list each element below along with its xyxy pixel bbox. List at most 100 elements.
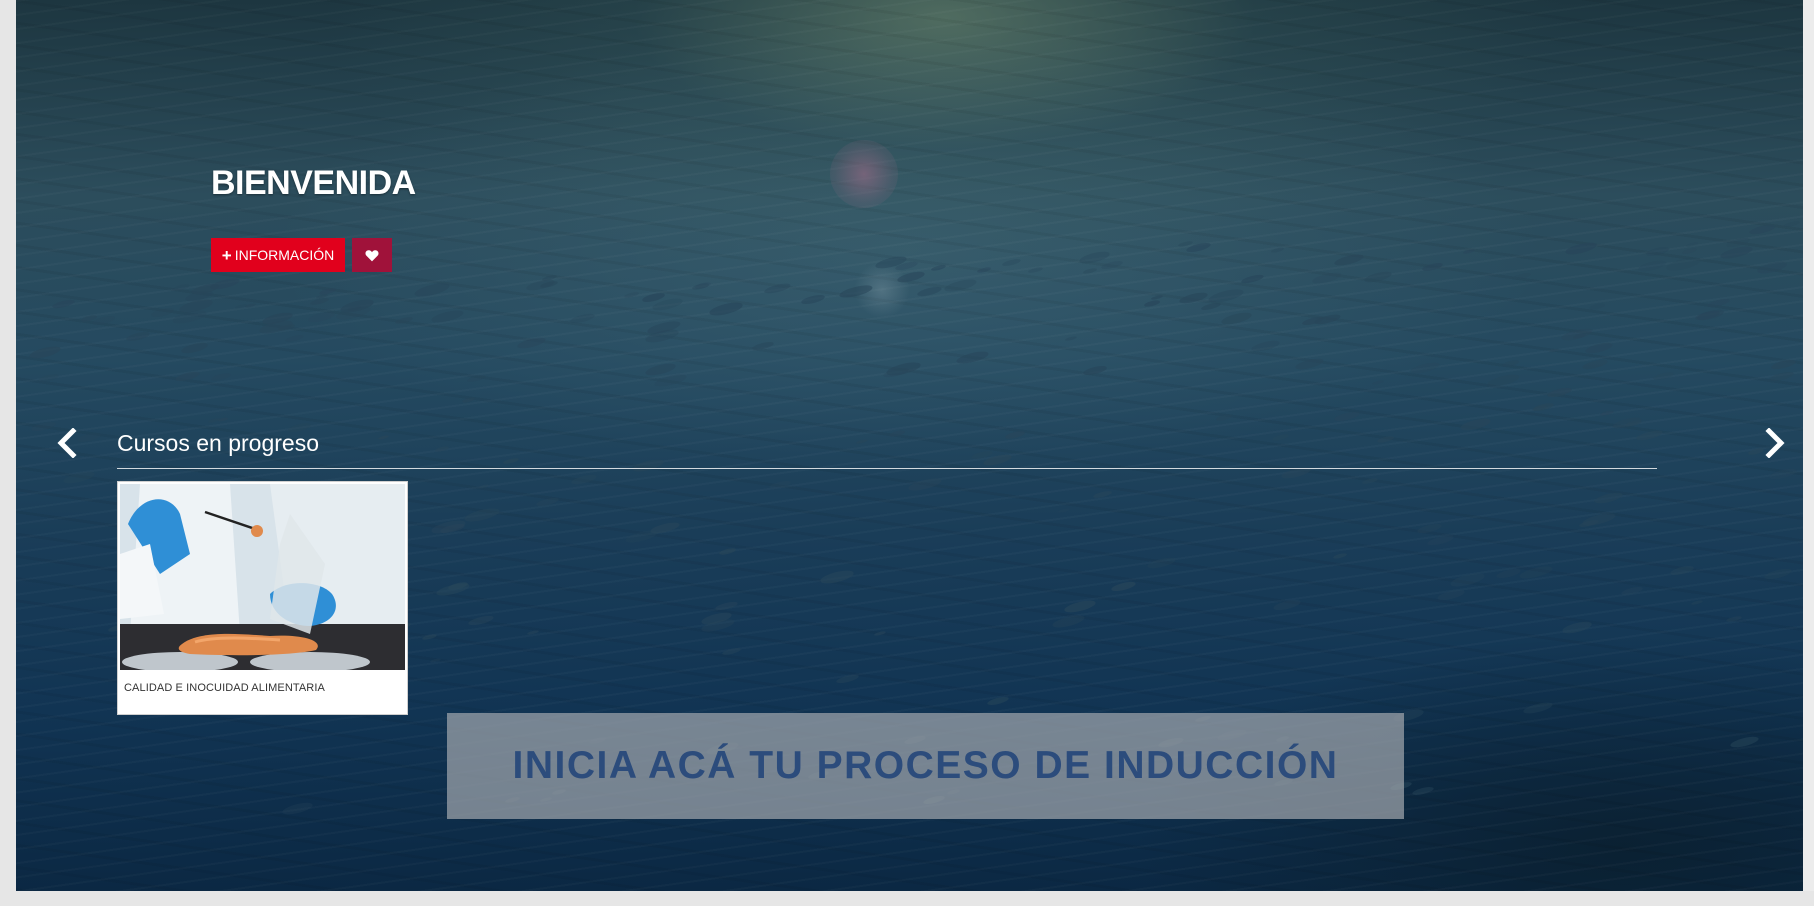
fish-decoration xyxy=(714,600,739,613)
fish-decoration xyxy=(1593,490,1624,506)
fish-decoration xyxy=(1063,598,1096,615)
fish-decoration xyxy=(855,438,869,445)
fish-decoration xyxy=(261,309,294,326)
fish-decoration xyxy=(430,657,442,664)
page-title: BIENVENIDA xyxy=(211,164,416,202)
fish-decoration xyxy=(1611,415,1643,431)
fish-decoration xyxy=(1669,563,1695,577)
induction-banner[interactable]: INICIA ACÁ TU PROCESO DE INDUCCIÓN xyxy=(447,713,1404,819)
fish-decoration xyxy=(1411,785,1435,797)
fish-decoration xyxy=(315,293,329,300)
information-button[interactable]: + INFORMACIÓN xyxy=(211,238,345,272)
fish-decoration xyxy=(1768,467,1798,482)
fish-decoration xyxy=(209,276,241,293)
fish-decoration xyxy=(190,281,222,297)
fish-decoration xyxy=(1200,301,1222,312)
fish-decoration xyxy=(895,260,919,273)
fish-decoration xyxy=(1333,252,1365,269)
course-card[interactable]: CALIDAD E INOCUIDAD ALIMENTARIA xyxy=(117,481,408,715)
fish-decoration xyxy=(819,568,856,586)
fish-decoration xyxy=(448,580,470,592)
fish-decoration xyxy=(874,254,907,271)
fish-decoration xyxy=(644,326,680,345)
fish-decoration xyxy=(277,322,296,332)
fish-decoration xyxy=(1518,564,1554,582)
fish-decoration xyxy=(1706,297,1731,309)
fish-decoration xyxy=(62,469,96,486)
fish-decoration xyxy=(150,306,175,319)
fish-decoration xyxy=(1685,241,1699,248)
fish-decoration xyxy=(1178,290,1208,305)
fish-decoration xyxy=(954,348,990,367)
fish-decoration xyxy=(1371,379,1385,386)
fish-decoration xyxy=(931,263,947,272)
fish-decoration xyxy=(1092,490,1113,500)
fish-decoration xyxy=(1635,428,1664,443)
fish-decoration xyxy=(721,647,742,657)
fish-decoration xyxy=(1560,619,1593,636)
scrollbar-track[interactable] xyxy=(1803,0,1814,891)
fish-decoration xyxy=(125,330,151,343)
section-divider xyxy=(117,468,1657,469)
fish-decoration xyxy=(885,359,922,378)
fish-decoration xyxy=(1522,700,1554,717)
carousel-next-button[interactable] xyxy=(1758,426,1792,460)
fish-decoration xyxy=(467,613,495,628)
fish-decoration xyxy=(1486,372,1521,390)
fish-decoration xyxy=(421,633,438,641)
fish-decoration xyxy=(1313,313,1341,327)
fish-decoration xyxy=(1783,219,1800,228)
fish-decoration xyxy=(1511,272,1531,282)
fish-decoration xyxy=(91,314,117,327)
fish-decoration xyxy=(539,279,558,289)
fish-decoration xyxy=(1690,599,1704,606)
fish-decoration xyxy=(644,361,677,378)
fish-decoration xyxy=(1409,360,1441,377)
fish-decoration xyxy=(1531,403,1548,412)
fish-decoration xyxy=(943,277,978,294)
fish-decoration xyxy=(217,416,229,422)
carousel-prev-button[interactable] xyxy=(50,426,84,460)
fish-decoration xyxy=(180,340,210,355)
fish-decoration xyxy=(700,610,733,627)
fish-decoration xyxy=(430,307,465,325)
fish-decoration xyxy=(624,291,640,299)
fish-decoration xyxy=(1665,254,1702,273)
fish-decoration xyxy=(347,304,362,311)
fish-decoration xyxy=(1459,416,1492,433)
fish-decoration xyxy=(708,300,744,318)
fish-decoration xyxy=(1272,597,1302,613)
favorite-button[interactable] xyxy=(352,238,392,272)
fish-decoration xyxy=(1220,309,1253,326)
fish-decoration xyxy=(307,309,336,324)
fish-decoration xyxy=(1294,356,1325,372)
fish-decoration xyxy=(569,312,595,326)
fish-decoration xyxy=(570,472,599,487)
fish-decoration xyxy=(1624,419,1642,428)
chevron-right-icon xyxy=(1765,428,1785,458)
fish-decoration xyxy=(281,800,315,817)
fish-decoration xyxy=(1082,364,1108,377)
fish-decoration xyxy=(1756,259,1789,276)
fish-decoration xyxy=(1216,412,1234,422)
fish-decoration xyxy=(309,296,330,307)
fish-decoration xyxy=(1725,615,1743,624)
fish-decoration xyxy=(171,282,191,292)
fish-decoration xyxy=(210,371,232,383)
fish-decoration xyxy=(1143,298,1161,307)
fish-decoration xyxy=(971,449,994,461)
fish-decoration xyxy=(896,270,926,285)
fish-decoration xyxy=(1150,295,1164,302)
fish-decoration xyxy=(51,298,76,311)
course-title: CALIDAD E INOCUIDAD ALIMENTARIA xyxy=(124,682,325,694)
fish-decoration xyxy=(1501,359,1519,369)
fish-decoration xyxy=(691,282,709,291)
fish-decoration xyxy=(838,282,874,301)
fish-decoration xyxy=(1729,734,1761,750)
fish-decoration xyxy=(1652,370,1676,382)
fish-decoration xyxy=(1057,507,1071,515)
fish-decoration xyxy=(1578,519,1600,530)
fish-decoration xyxy=(1207,286,1245,306)
fish-decoration xyxy=(1078,249,1111,266)
fish-decoration xyxy=(1333,409,1361,423)
